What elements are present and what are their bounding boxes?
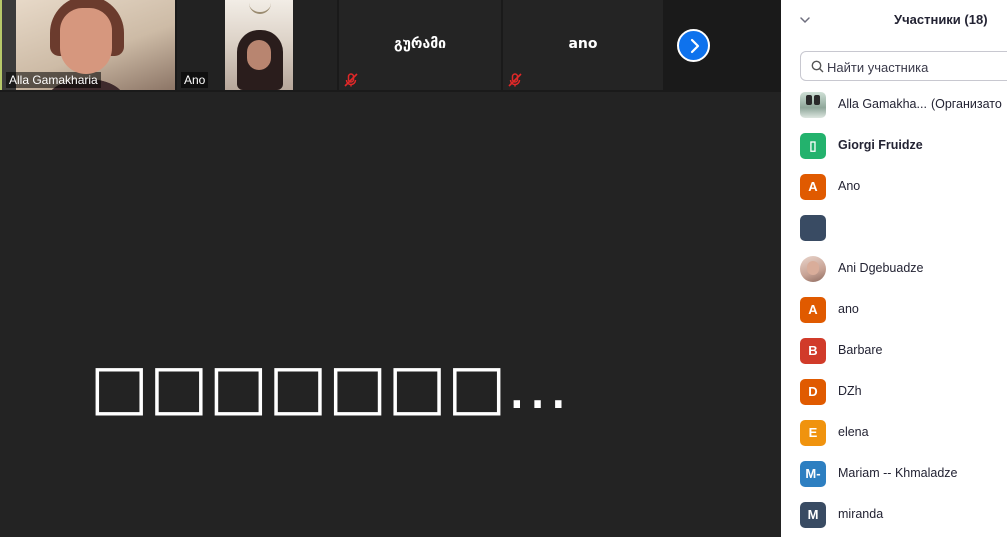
avatar: E <box>800 420 826 446</box>
participant-role: (Организато <box>930 97 1002 111</box>
search-participant-input[interactable] <box>827 57 1007 77</box>
participant-row[interactable]: E elena <box>781 412 1007 453</box>
avatar: A <box>800 174 826 200</box>
video-strip: Alla Gamakharia Ano გურამი ano <box>0 0 781 92</box>
video-tile-guram[interactable]: გურამი <box>339 0 501 90</box>
participant-name: Ano <box>838 179 861 193</box>
muted-mic-icon <box>508 73 522 87</box>
avatar: B <box>800 338 826 364</box>
video-tile-alla[interactable]: Alla Gamakharia <box>0 0 175 90</box>
participant-name: Barbare <box>838 343 883 357</box>
participant-video-feed <box>225 0 293 90</box>
participant-row[interactable]: M miranda <box>781 494 1007 535</box>
chevron-right-icon <box>690 38 700 54</box>
tile-center-name: ano <box>568 36 598 52</box>
meeting-window: Alla Gamakharia Ano გურამი ano □□□□□□□..… <box>0 0 1007 537</box>
tile-name-label: Ano <box>181 72 209 88</box>
participant-name: Mariam -- Khmaladze <box>838 466 958 480</box>
participant-list: Alla Gamakha... (Организато ▯ Giorgi Frui… <box>781 84 1007 535</box>
participant-name: Giorgi Fruidze <box>838 138 923 152</box>
avatar <box>800 215 826 241</box>
avatar <box>800 256 826 282</box>
participant-row[interactable]: A Ano <box>781 166 1007 207</box>
participant-name: ano <box>838 302 859 316</box>
video-tile-ano-2[interactable]: ano <box>503 0 663 90</box>
participant-row[interactable]: Alla Gamakha... (Организато <box>781 84 1007 125</box>
avatar: D <box>800 379 826 405</box>
participant-row[interactable]: M- Mariam -- Khmaladze <box>781 453 1007 494</box>
next-page-button[interactable] <box>677 29 710 62</box>
avatar: ▯ <box>800 133 826 159</box>
video-tile-ano[interactable]: Ano <box>177 0 337 90</box>
avatar: M <box>800 502 826 528</box>
chevron-down-icon[interactable] <box>799 14 811 26</box>
participant-name: Ani Dgebuadze <box>838 261 924 275</box>
participant-row[interactable]: B Barbare <box>781 330 1007 371</box>
participant-row[interactable]: D DZh <box>781 371 1007 412</box>
panel-title: Участники (18) <box>894 12 988 27</box>
tile-name-label: Alla Gamakharia <box>6 72 101 88</box>
avatar: M- <box>800 461 826 487</box>
participant-row[interactable] <box>781 207 1007 248</box>
participant-row[interactable]: Ani Dgebuadze <box>781 248 1007 289</box>
participant-row[interactable]: A ano <box>781 289 1007 330</box>
panel-header: Участники (18) <box>781 0 1007 40</box>
participant-name: DZh <box>838 384 862 398</box>
stage-status-text: □□□□□□□... <box>90 350 570 423</box>
main-video-stage: □□□□□□□... <box>0 92 781 537</box>
muted-mic-icon <box>344 73 358 87</box>
participant-name: miranda <box>838 507 884 521</box>
avatar <box>800 92 826 118</box>
search-icon <box>811 60 824 73</box>
tile-center-name: გურამი <box>393 36 447 52</box>
participant-row[interactable]: ▯ Giorgi Fruidze <box>781 125 1007 166</box>
avatar: A <box>800 297 826 323</box>
participants-panel: Участники (18) Alla Gamakha...(Организат… <box>781 0 1007 537</box>
participant-name: elena <box>838 425 869 439</box>
search-box[interactable] <box>800 51 1007 81</box>
participant-name: Alla Gamakha... (Организато <box>838 97 1002 111</box>
